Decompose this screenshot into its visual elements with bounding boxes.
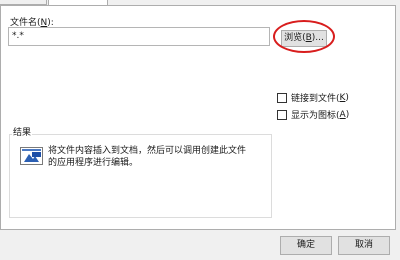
link-to-file-checkbox[interactable] <box>277 92 287 103</box>
result-title: 结果 <box>12 125 33 138</box>
result-description: 将文件内容插入到文档，然后可以调用创建此文件的应用程序进行编辑。 <box>48 146 247 168</box>
ok-button[interactable]: 确定 <box>280 236 332 255</box>
display-as-icon-option[interactable]: 显示为图标(A) <box>277 108 349 121</box>
display-as-icon-checkbox[interactable] <box>277 109 287 120</box>
link-to-file-label: 链接到文件( <box>291 94 340 104</box>
display-as-icon-end: ) <box>345 109 350 120</box>
cancel-button[interactable]: 取消 <box>338 236 390 255</box>
file-name-input[interactable]: *.* <box>8 27 270 46</box>
highlight-circle <box>273 20 335 53</box>
insert-object-icon <box>20 147 43 165</box>
display-as-icon-label: 显示为图标( <box>291 111 340 121</box>
link-to-file-end: ) <box>345 92 349 103</box>
link-to-file-option[interactable]: 链接到文件(K) <box>277 91 349 104</box>
